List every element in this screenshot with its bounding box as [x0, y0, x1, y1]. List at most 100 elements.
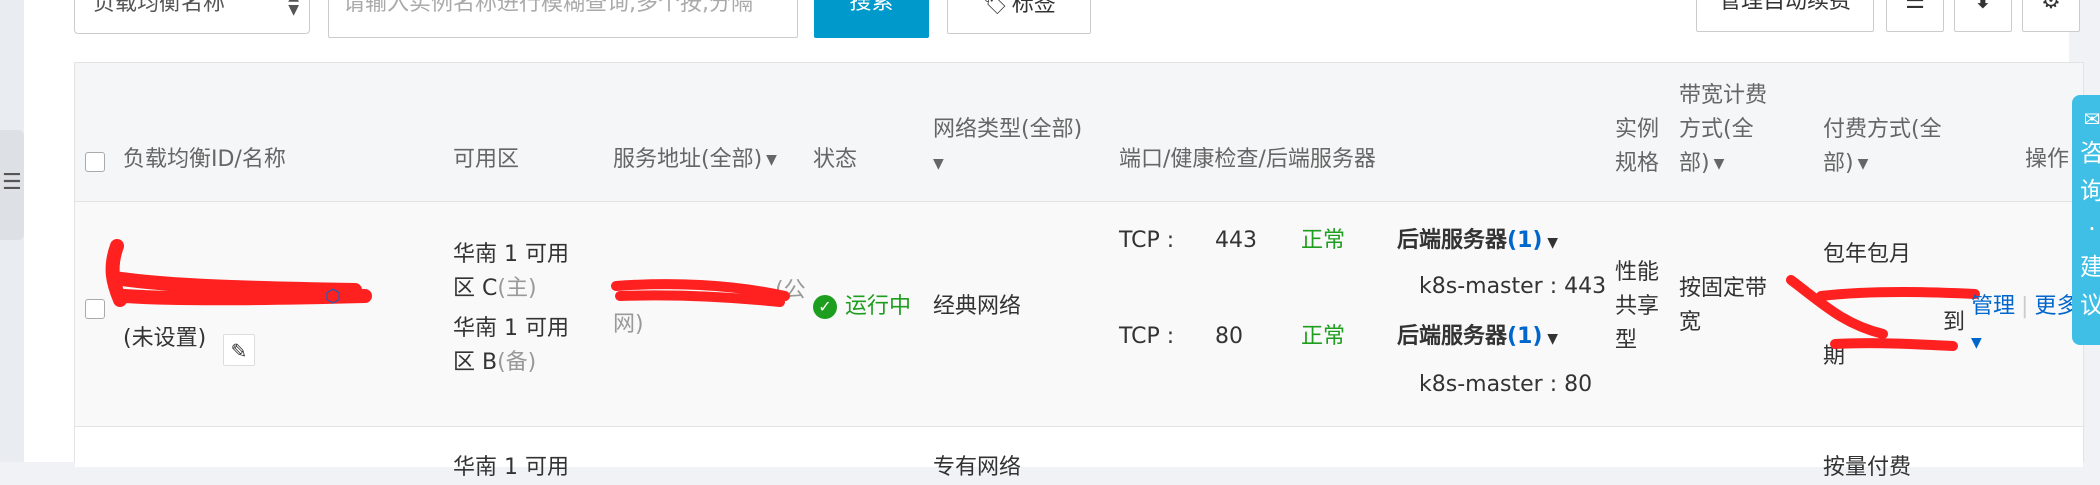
list-icon: ☰ [1905, 0, 1925, 14]
instance-id-link[interactable]: ⬡ [325, 280, 341, 314]
download-icon: ⬇ [1973, 0, 1993, 14]
list-view-button[interactable]: ☰ [1886, 0, 1944, 32]
search-placeholder: 请输入实例名称进行模糊查询,多个按,分隔 [343, 0, 753, 16]
tag-button[interactable]: 🏷 标签 [947, 0, 1091, 34]
download-button[interactable]: ⬇ [1954, 0, 2012, 32]
chevron-down-icon: ▼ [933, 156, 944, 172]
check-circle-icon: ✓ [813, 295, 837, 319]
header-address-label: 服务地址(全部) [613, 147, 763, 172]
backend-detail: k8s-master : 443 [1419, 274, 1607, 299]
consult-feedback-tab[interactable]: ✉ 咨 询 · 建 议 [2072, 95, 2100, 345]
table-header: 负载均衡ID/名称 可用区 服务地址(全部) ▼ 状态 网络类型(全部) ▼ 端口/… [75, 63, 2083, 202]
listener-health: 正常 [1301, 228, 1346, 253]
network-type: 经典网络 [933, 294, 1022, 319]
select-all-checkbox[interactable] [85, 152, 105, 172]
caret-down-icon: ▼ [1542, 331, 1559, 347]
backend-count: (1) [1507, 228, 1543, 253]
backend-label: 后端服务器 [1397, 324, 1508, 349]
zone-primary-tag: (主) [497, 276, 537, 301]
table-row: 华南 1 可用 专有网络 按量付费 [75, 427, 2083, 480]
backend-servers-dropdown[interactable]: 后端服务器(1) ▼ [1397, 224, 1558, 260]
spec-line1: 性能 [1615, 260, 1660, 285]
service-address: (公 网) [613, 274, 806, 342]
chat-icon: ✉ [2083, 107, 2100, 131]
action-separator: | [2021, 294, 2029, 319]
address-type: (公 [775, 278, 806, 303]
zone-primary-line2: 区 C [453, 276, 498, 301]
row-actions: 管理 | 更多▼ [1971, 290, 2083, 360]
spec-line3: 型 [1615, 328, 1638, 353]
auto-renew-button[interactable]: 管理自动续费 [1696, 0, 1874, 32]
payment-line1: 包年包月 [1823, 242, 1912, 267]
listener-port: 443 [1215, 228, 1257, 253]
chevron-down-icon: ▼ [1713, 156, 1725, 172]
network-type: 专有网络 [933, 455, 1022, 480]
consult-char: · [2088, 215, 2096, 243]
consult-char: 议 [2080, 291, 2100, 319]
header-bandwidth-line1: 带宽计费 [1679, 83, 1768, 108]
header-actions: 操作 [2025, 147, 2070, 172]
payment-line4: 期 [1823, 344, 1846, 369]
listener-port: 80 [1215, 324, 1243, 349]
header-spec: 实例 规格 [1615, 113, 1659, 181]
spec-line2: 共享 [1615, 294, 1660, 319]
zone-backup-tag: (备) [497, 350, 537, 375]
edit-name-button[interactable]: ✎ [223, 334, 255, 366]
manage-link[interactable]: 管理 [1971, 294, 2015, 319]
zone-backup-line2: 区 B [453, 350, 498, 375]
header-address[interactable]: 服务地址(全部) ▼ [613, 143, 777, 177]
backend-detail: k8s-master : 80 [1419, 372, 1593, 397]
search-input[interactable]: 请输入实例名称进行模糊查询,多个按,分隔 [328, 0, 798, 38]
instance-spec: 性能 共享 型 [1615, 256, 1659, 358]
header-id-name: 负载均衡ID/名称 [123, 147, 286, 172]
chevron-down-icon: ▼ [766, 152, 777, 168]
caret-down-icon: ▼ [1971, 335, 1982, 351]
header-network[interactable]: 网络类型(全部) ▼ [933, 113, 1082, 181]
gear-icon: ⚙ [2041, 0, 2061, 14]
caret-down-icon: ▼ [1542, 235, 1559, 251]
header-port: 端口/健康检查/后端服务器 [1119, 147, 1376, 172]
listener-protocol: TCP : [1119, 228, 1175, 253]
tag-icon: 🏷 [982, 0, 1008, 16]
header-status: 状态 [813, 147, 858, 172]
instance-name: (未设置) [123, 326, 207, 351]
consult-char: 询 [2080, 177, 2100, 205]
payment-method: 按量付费 [1823, 455, 1912, 480]
bandwidth-line1: 按固定带 [1679, 276, 1768, 301]
header-network-label: 网络类型(全部) [933, 117, 1083, 142]
payment-line3: 到 [1943, 310, 1966, 335]
header-payment[interactable]: 付费方式(全 部) ▼ [1823, 113, 1942, 181]
status-running: ✓ 运行中 [813, 290, 911, 324]
listener-health: 正常 [1301, 324, 1346, 349]
settings-button[interactable]: ⚙ [2022, 0, 2080, 32]
consult-char: 咨 [2080, 139, 2100, 167]
header-bandwidth[interactable]: 带宽计费 方式(全 部) ▼ [1679, 79, 1767, 181]
zone-backup-line1: 华南 1 可用 [453, 316, 569, 341]
table-row: ⬡ (未设置) ✎ 华南 1 可用 区 C(主) 华南 1 可用 区 B(备) … [75, 202, 2083, 427]
zone-primary: 华南 1 可用 区 C(主) [453, 238, 569, 306]
backend-count: (1) [1507, 324, 1543, 349]
header-spec-line1: 实例 [1615, 117, 1660, 142]
main-panel: 负载均衡名称 ▲▼ 请输入实例名称进行模糊查询,多个按,分隔 搜索 🏷标签 管理… [24, 0, 2084, 480]
header-payment-line2: 部) [1823, 151, 1854, 176]
search-button[interactable]: 搜索 [814, 0, 929, 38]
header-zone: 可用区 [453, 147, 520, 172]
header-spec-line2: 规格 [1615, 151, 1660, 176]
filter-field-select[interactable]: 负载均衡名称 ▲▼ [74, 0, 310, 34]
chevron-down-icon: ▼ [1857, 156, 1869, 172]
bandwidth-line2: 宽 [1679, 310, 1702, 335]
redaction-mark [105, 239, 372, 307]
header-payment-line1: 付费方式(全 [1823, 117, 1942, 142]
status-text: 运行中 [845, 294, 912, 319]
header-bandwidth-line3: 部) [1679, 151, 1710, 176]
backend-servers-dropdown[interactable]: 后端服务器(1) ▼ [1397, 320, 1558, 356]
row-checkbox[interactable] [85, 299, 105, 319]
listener-protocol: TCP : [1119, 324, 1175, 349]
instance-table: 负载均衡ID/名称 可用区 服务地址(全部) ▼ 状态 网络类型(全部) ▼ 端口/… [74, 62, 2084, 480]
address-type-line2: 网) [613, 312, 644, 337]
zone-primary-line1: 华南 1 可用 [453, 242, 569, 267]
zone-backup: 华南 1 可用 区 B(备) [453, 312, 569, 380]
payment-method: 包年包月 到 期 [1823, 238, 1965, 374]
sidebar-toggle-icon[interactable]: ☰ [2, 170, 22, 195]
pencil-icon: ✎ [230, 339, 248, 363]
